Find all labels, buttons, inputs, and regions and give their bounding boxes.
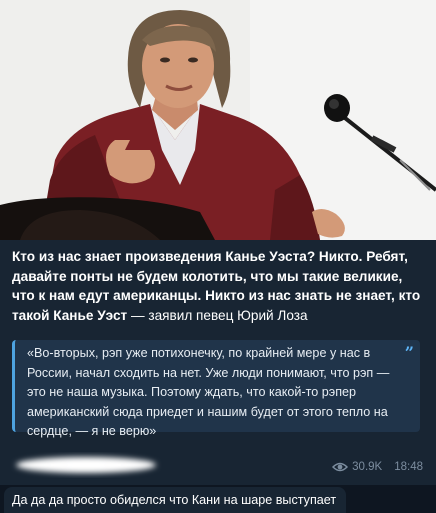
channel-post: Кто из нас знает произведения Канье Уэст… xyxy=(0,0,436,485)
comment-bubble[interactable]: Да да да просто обиделся что Кани на шар… xyxy=(4,487,347,513)
post-meta: 30.9K 18:48 xyxy=(332,461,423,473)
comment-row: Да да да просто обиделся что Кани на шар… xyxy=(0,487,436,513)
blockquote: «Во-вторых, рэп уже потихонечку, по край… xyxy=(12,340,420,438)
view-count: 30.9K xyxy=(352,461,383,473)
redacted-blur xyxy=(16,457,156,473)
post-text: Кто из нас знает произведения Канье Уэст… xyxy=(12,247,426,325)
eye-icon xyxy=(332,462,349,472)
post-time: 18:48 xyxy=(394,461,423,473)
quote-text: «Во-вторых, рэп уже потихонечку, по край… xyxy=(27,346,390,438)
post-photo[interactable] xyxy=(0,0,436,240)
quote-icon: ” xyxy=(404,343,414,362)
singer-photo-illustration xyxy=(0,0,436,240)
post-footer: 30.9K 18:48 xyxy=(0,452,436,482)
comment-text: Да да да просто обиделся что Кани на шар… xyxy=(12,493,337,507)
post-attribution: — заявил певец Юрий Лоза xyxy=(127,307,308,323)
